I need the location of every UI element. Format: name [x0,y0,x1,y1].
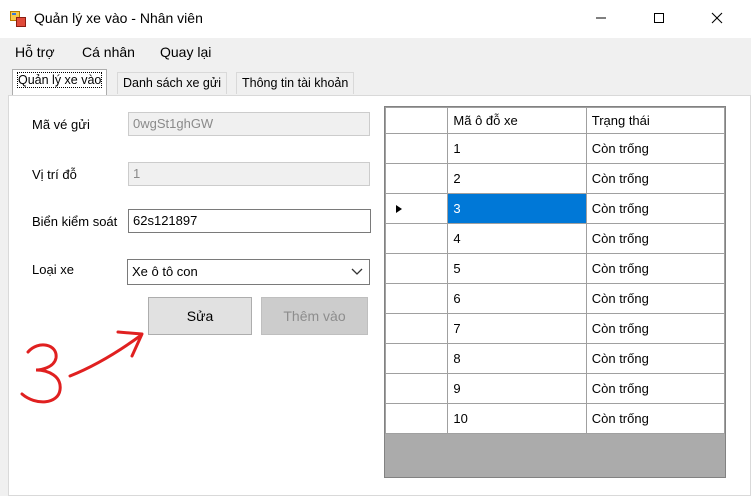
table-row[interactable]: 2 Còn trống [385,163,725,194]
title-bar: Quản lý xe vào - Nhân viên [0,0,751,38]
maximize-icon [654,13,664,23]
table-row[interactable]: 10 Còn trống [385,403,725,434]
add-button: Thêm vào [261,297,368,335]
close-icon [711,12,723,24]
maximize-button[interactable] [636,0,682,36]
status-cell[interactable]: Còn trống [585,253,725,284]
table-row[interactable]: 5 Còn trống [385,253,725,284]
row-header-cell[interactable] [385,223,449,254]
app-window-icon [10,11,26,27]
slot-id-cell[interactable]: 6 [447,283,587,314]
row-header-cell[interactable] [385,313,449,344]
current-row-pointer-icon [396,205,402,213]
parking-position-field: 1 [128,162,370,186]
chevron-down-icon [351,268,363,275]
minimize-icon [596,17,606,19]
status-cell[interactable]: Còn trống [585,283,725,314]
row-header-cell[interactable] [385,403,449,434]
table-row[interactable]: 7 Còn trống [385,313,725,344]
ticket-code-label: Mã vé gửi [32,117,90,132]
slot-id-cell[interactable]: 7 [447,313,587,344]
row-header-cell[interactable] [385,133,449,164]
status-cell[interactable]: Còn trống [585,373,725,404]
slot-id-cell[interactable]: 2 [447,163,587,194]
slot-id-cell[interactable]: 9 [447,373,587,404]
table-row[interactable]: 4 Còn trống [385,223,725,254]
tab-parked-list[interactable]: Danh sách xe gửi [117,72,228,94]
slot-id-cell[interactable]: 10 [447,403,587,434]
menu-bar: Hỗ trợ Cá nhân Quay lại [0,38,751,66]
parking-slot-grid[interactable]: Mã ô đỗ xe Trạng thái 1 Còn trống 2 Còn trố… [384,106,726,478]
slot-id-cell[interactable]: 3 [447,193,587,224]
window-title: Quản lý xe vào - Nhân viên [34,10,203,26]
status-cell[interactable]: Còn trống [585,133,725,164]
tab-strip: Quản lý xe vào Danh sách xe gửi Thông ti… [0,66,751,96]
menu-item-support[interactable]: Hỗ trợ [15,44,55,60]
slot-id-cell[interactable]: 5 [447,253,587,284]
tab-vehicle-entry-label: Quản lý xe vào [16,72,103,88]
vehicle-type-value: Xe ô tô con [132,264,198,279]
table-row[interactable]: 8 Còn trống [385,343,725,374]
ticket-code-field: 0wgSt1ghGW [128,112,370,136]
tab-vehicle-entry[interactable]: Quản lý xe vào [12,69,108,95]
parking-slot-table: Mã ô đỗ xe Trạng thái 1 Còn trống 2 Còn trố… [385,107,725,434]
vehicle-type-label: Loại xe [32,262,74,277]
table-row[interactable]: 1 Còn trống [385,133,725,164]
table-row[interactable]: 6 Còn trống [385,283,725,314]
status-cell[interactable]: Còn trống [585,223,725,254]
row-header-cell[interactable] [385,373,449,404]
vehicle-type-select[interactable]: Xe ô tô con [127,259,370,285]
slot-id-cell[interactable]: 4 [447,223,587,254]
status-cell[interactable]: Còn trống [585,313,725,344]
minimize-button[interactable] [578,0,624,36]
handwritten-annotation [20,330,144,404]
table-row[interactable]: 9 Còn trống [385,373,725,404]
column-header-status[interactable]: Trạng thái [585,107,725,134]
status-cell[interactable]: Còn trống [585,343,725,374]
slot-id-cell[interactable]: 8 [447,343,587,374]
grid-corner-cell [385,107,449,134]
annotation-digit-three [20,343,62,404]
status-cell[interactable]: Còn trống [585,403,725,434]
row-header-cell[interactable] [385,193,449,224]
slot-id-cell[interactable]: 1 [447,133,587,164]
tab-parked-list-label: Danh sách xe gửi [123,76,222,90]
close-button[interactable] [694,0,740,36]
status-cell[interactable]: Còn trống [585,163,725,194]
license-plate-label: Biển kiểm soát [32,214,118,229]
menu-item-personal[interactable]: Cá nhân [82,44,135,60]
menu-item-back[interactable]: Quay lại [160,44,211,60]
row-header-cell[interactable] [385,163,449,194]
status-cell[interactable]: Còn trống [585,193,725,224]
tab-account-info-label: Thông tin tài khoản [242,76,349,90]
parking-position-label: Vị trí đỗ [32,167,77,182]
tab-account-info[interactable]: Thông tin tài khoản [236,72,355,94]
annotation-arrow [68,334,142,378]
row-header-cell[interactable] [385,283,449,314]
column-header-slot-id[interactable]: Mã ô đỗ xe [447,107,587,134]
license-plate-input[interactable]: 62s121897 [128,209,371,233]
table-row[interactable]: 3 Còn trống [385,193,725,224]
row-header-cell[interactable] [385,253,449,284]
row-header-cell[interactable] [385,343,449,374]
